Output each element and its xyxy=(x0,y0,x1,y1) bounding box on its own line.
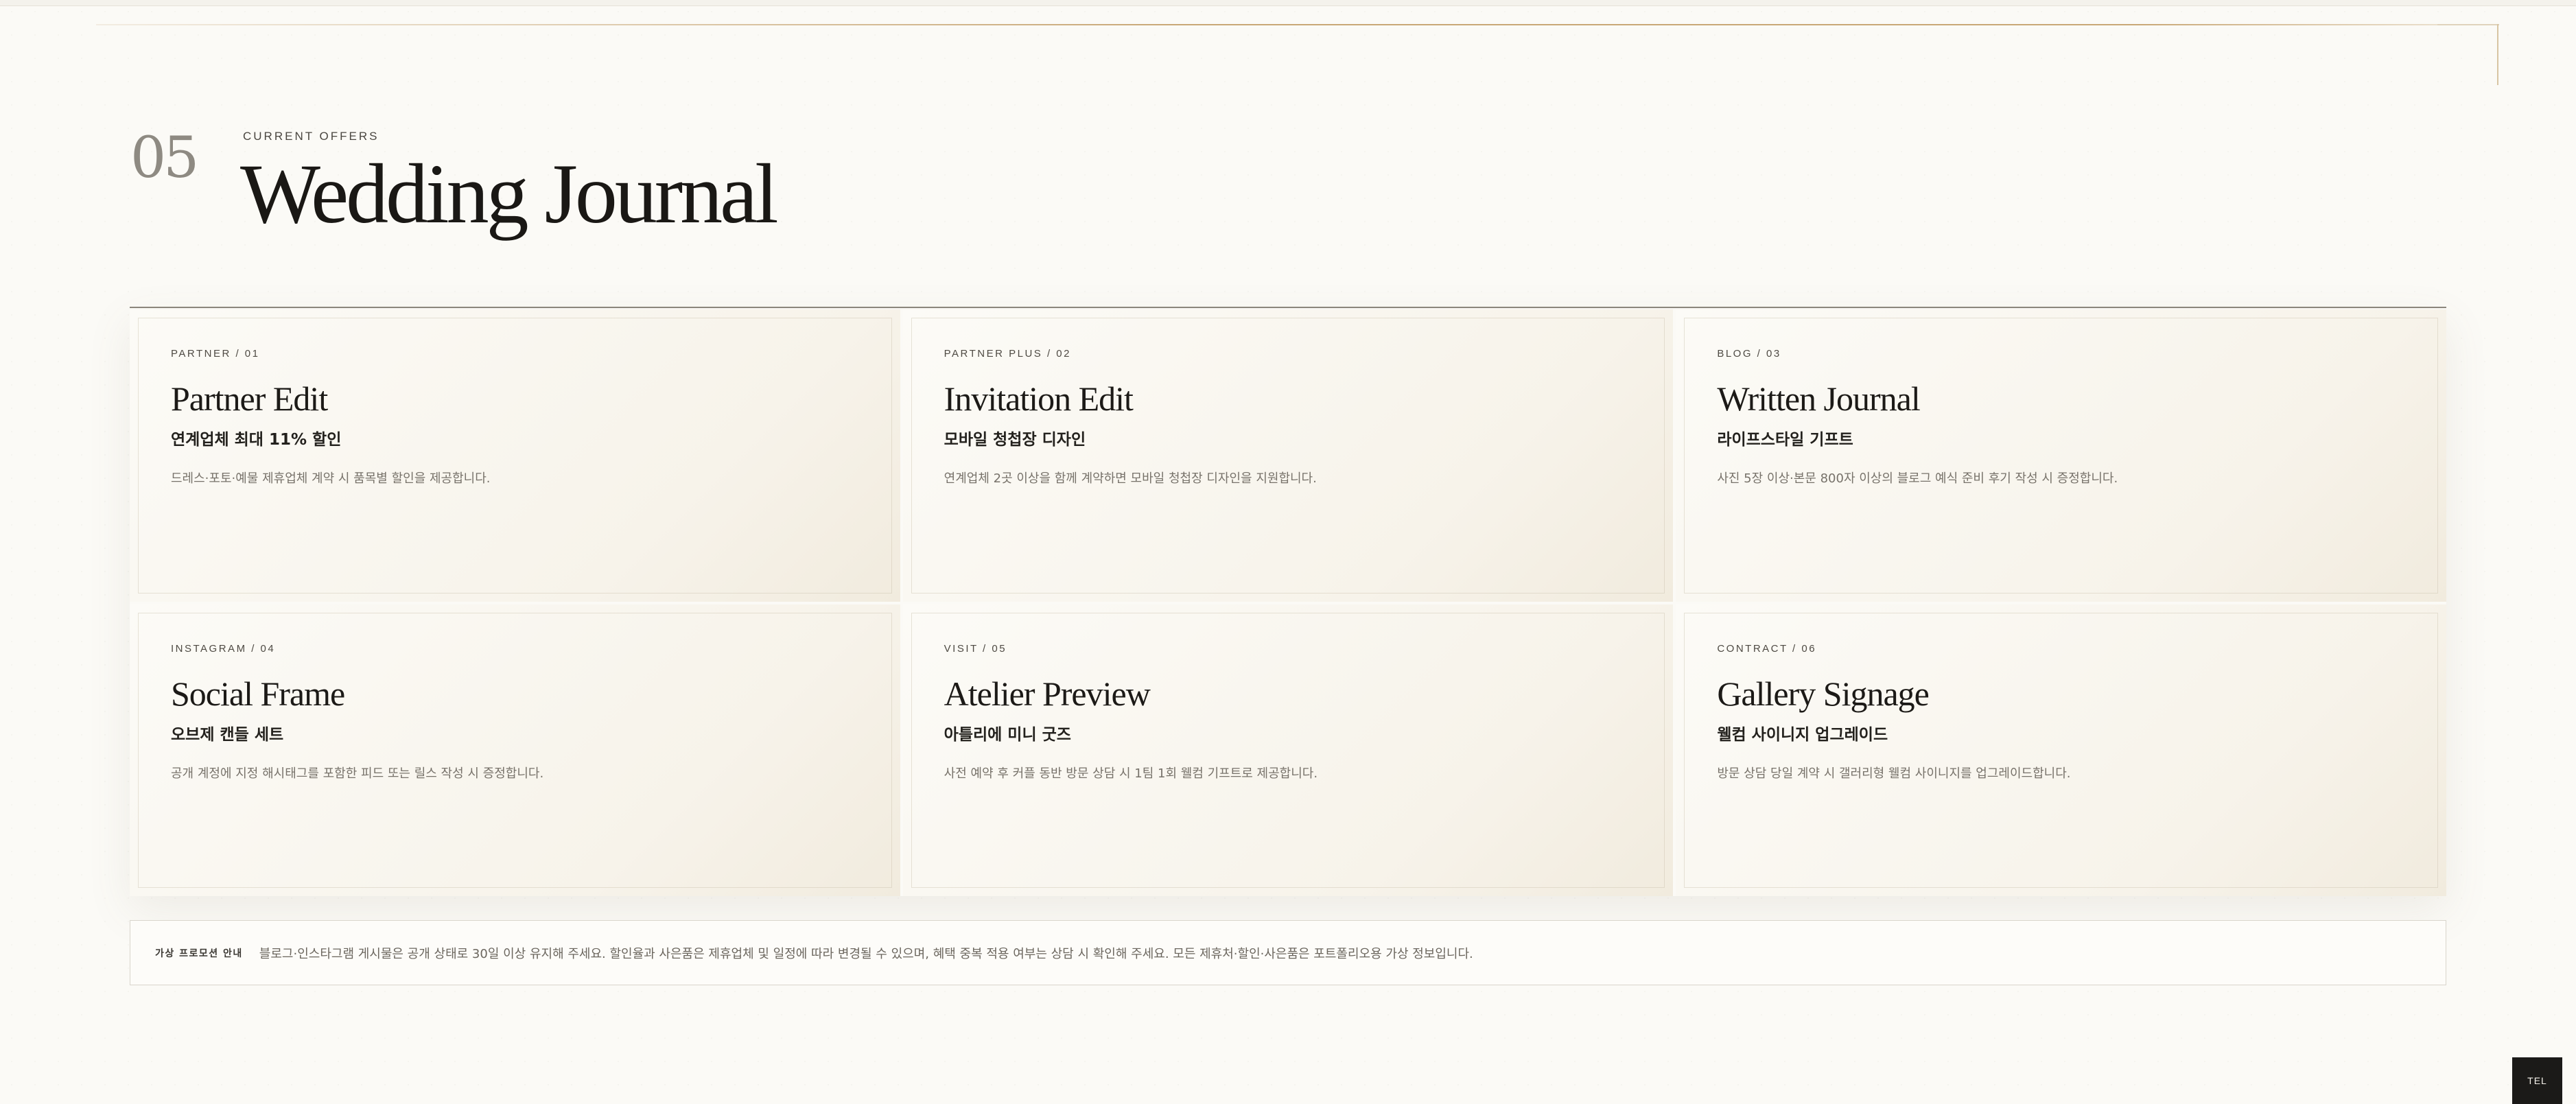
card-subtitle: 오브제 캔들 세트 xyxy=(171,725,284,744)
card-subtitle: 웰컴 사이니지 업그레이드 xyxy=(1717,725,1888,744)
card-subtitle: 아틀리에 미니 굿즈 xyxy=(944,725,1071,744)
card-tag: CONTRACT / 06 xyxy=(1717,642,1817,655)
card-title: Written Journal xyxy=(1717,379,1920,418)
card-tag: INSTAGRAM / 04 xyxy=(171,642,276,655)
top-strip xyxy=(0,0,2576,6)
offer-card-gallery-signage[interactable]: CONTRACT / 06 Gallery Signage 웰컴 사이니지 업그… xyxy=(1676,604,2446,896)
decorative-gold-line xyxy=(96,24,2498,25)
offers-grid: PARTNER / 01 Partner Edit 연계업체 최대 11% 할인… xyxy=(130,309,2446,896)
offer-card-invitation-edit[interactable]: PARTNER PLUS / 02 Invitation Edit 모바일 청첩… xyxy=(902,309,1674,602)
section-number: 05 xyxy=(130,126,199,191)
card-description: 사전 예약 후 커플 동반 방문 상담 시 1팀 1회 웰컴 기프트로 제공합니… xyxy=(944,766,1318,781)
card-title: Invitation Edit xyxy=(944,379,1134,418)
card-title: Social Frame xyxy=(171,674,345,713)
section-divider xyxy=(130,307,2446,308)
notice-label: 가상 프로모션 안내 xyxy=(155,948,243,959)
section-eyebrow: CURRENT OFFERS xyxy=(243,130,379,143)
card-subtitle: 라이프스타일 기프트 xyxy=(1717,431,1853,449)
card-tag: BLOG / 03 xyxy=(1717,348,1781,360)
decorative-gold-line-end xyxy=(2437,24,2499,25)
card-description: 공개 계정에 지정 해시태그를 포함한 피드 또는 릴스 작성 시 증정합니다. xyxy=(171,766,544,781)
card-subtitle: 모바일 청첩장 디자인 xyxy=(944,431,1086,449)
card-title: Atelier Preview xyxy=(944,674,1151,713)
tel-button[interactable]: TEL xyxy=(2512,1057,2562,1104)
card-description: 드레스·포토·예물 제휴업체 계약 시 품목별 할인을 제공합니다. xyxy=(171,471,491,486)
card-tag: PARTNER PLUS / 02 xyxy=(944,348,1071,360)
decorative-gold-corner xyxy=(2497,24,2498,85)
card-tag: PARTNER / 01 xyxy=(171,348,260,360)
card-description: 사진 5장 이상·본문 800자 이상의 블로그 예식 준비 후기 작성 시 증… xyxy=(1717,471,2118,486)
promotion-notice: 가상 프로모션 안내 블로그·인스타그램 게시물은 공개 상태로 30일 이상 … xyxy=(130,920,2446,985)
offer-card-partner-edit[interactable]: PARTNER / 01 Partner Edit 연계업체 최대 11% 할인… xyxy=(130,309,900,602)
notice-text: 블로그·인스타그램 게시물은 공개 상태로 30일 이상 유지해 주세요. 할인… xyxy=(259,946,1473,961)
page-title: Wedding Journal xyxy=(240,147,779,241)
offer-card-atelier-preview[interactable]: VISIT / 05 Atelier Preview 아틀리에 미니 굿즈 사전… xyxy=(902,604,1674,896)
card-title: Partner Edit xyxy=(171,379,328,418)
offer-card-written-journal[interactable]: BLOG / 03 Written Journal 라이프스타일 기프트 사진 … xyxy=(1676,309,2446,602)
offer-card-social-frame[interactable]: INSTAGRAM / 04 Social Frame 오브제 캔들 세트 공개… xyxy=(130,604,900,896)
card-description: 방문 상담 당일 계약 시 갤러리형 웰컴 사이니지를 업그레이드합니다. xyxy=(1717,766,2071,781)
card-description: 연계업체 2곳 이상을 함께 계약하면 모바일 청첩장 디자인을 지원합니다. xyxy=(944,471,1317,486)
card-title: Gallery Signage xyxy=(1717,674,1930,713)
card-subtitle: 연계업체 최대 11% 할인 xyxy=(171,431,342,449)
card-tag: VISIT / 05 xyxy=(944,642,1007,655)
